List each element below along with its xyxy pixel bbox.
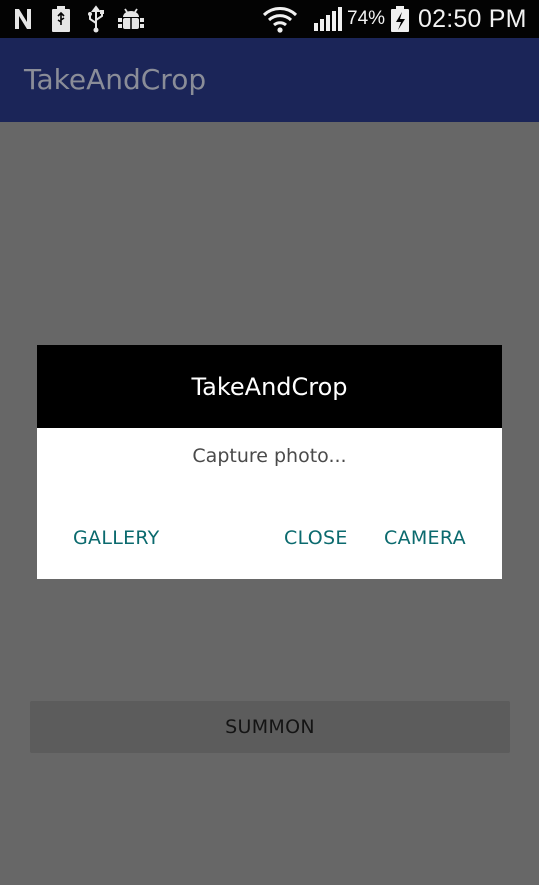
summon-button[interactable]: SUMMON bbox=[30, 701, 510, 753]
dialog-title: TakeAndCrop bbox=[191, 372, 348, 401]
status-bar: 74% 02:50 PM bbox=[0, 0, 539, 38]
capture-dialog: TakeAndCrop Capture photo... GALLERY CLO… bbox=[37, 345, 502, 579]
camera-button[interactable]: CAMERA bbox=[380, 521, 470, 555]
signal-icon bbox=[312, 4, 344, 34]
battery-percent: 74% bbox=[347, 8, 386, 29]
app-bar: TakeAndCrop bbox=[0, 38, 539, 122]
n-icon bbox=[12, 4, 34, 34]
wifi-icon bbox=[261, 4, 299, 34]
close-button[interactable]: CLOSE bbox=[280, 521, 352, 555]
clock: 02:50 PM bbox=[418, 5, 527, 33]
dialog-header: TakeAndCrop bbox=[37, 345, 502, 428]
android-debug-icon bbox=[116, 4, 146, 34]
battery-charging-icon bbox=[389, 4, 411, 34]
battery-usb-icon bbox=[50, 4, 72, 34]
gallery-button[interactable]: GALLERY bbox=[69, 521, 164, 555]
app-bar-title: TakeAndCrop bbox=[24, 63, 207, 96]
usb-icon bbox=[84, 4, 108, 34]
dialog-message: Capture photo... bbox=[192, 445, 347, 467]
